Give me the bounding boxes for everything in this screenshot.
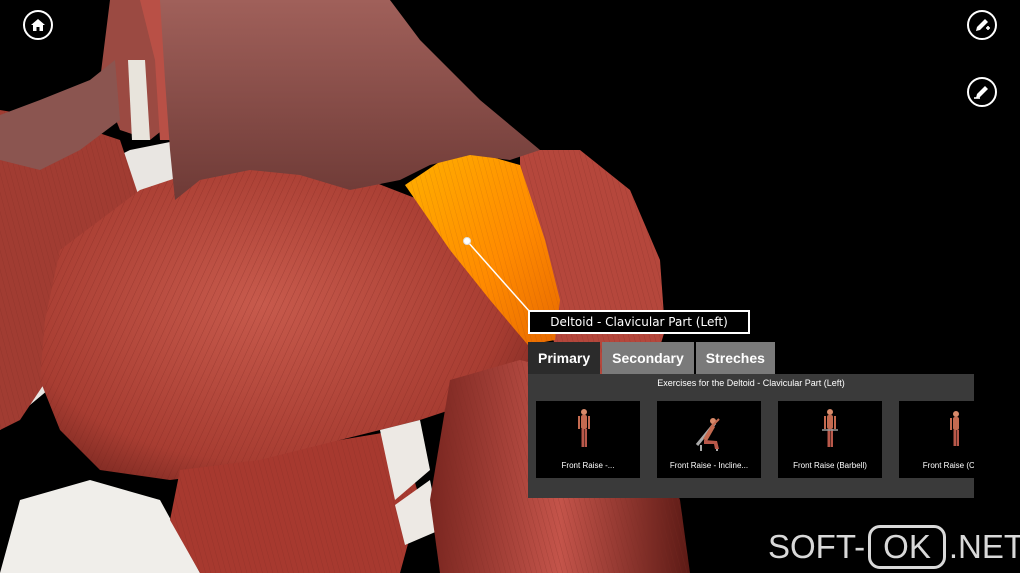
exercise-card-front-raise-cable[interactable]: Front Raise (Ca: [899, 401, 974, 478]
pencil-add-icon: [976, 19, 990, 31]
tab-primary[interactable]: Primary: [528, 342, 601, 374]
exercise-tabs: Primary Secondary Streches: [528, 342, 775, 374]
exercise-list[interactable]: Front Raise -... Front Raise - Incline..…: [536, 401, 974, 478]
tab-secondary[interactable]: Secondary: [602, 342, 694, 374]
panel-title: Exercises for the Deltoid - Clavicular P…: [657, 378, 845, 388]
watermark-boxed: OK: [868, 525, 946, 569]
muscle-label: Deltoid - Clavicular Part (Left): [528, 310, 750, 334]
exercise-label: Front Raise - Incline...: [669, 461, 749, 470]
watermark: SOFT- OK .NET: [768, 524, 1020, 570]
watermark-right: .NET: [948, 528, 1020, 565]
erase-button[interactable]: [967, 77, 997, 107]
exercise-label: Front Raise (Barbell): [793, 461, 867, 470]
pencil-remove-icon: [974, 86, 988, 99]
exercise-card-front-raise-incline[interactable]: Front Raise - Incline...: [657, 401, 761, 478]
home-icon: [31, 19, 45, 31]
draw-button[interactable]: [967, 10, 997, 40]
home-button[interactable]: [23, 10, 53, 40]
exercise-panel: Exercises for the Deltoid - Clavicular P…: [528, 374, 974, 498]
exercise-card-front-raise[interactable]: Front Raise -...: [536, 401, 640, 478]
exercise-label: Front Raise -...: [561, 461, 615, 470]
watermark-left: SOFT-: [768, 528, 866, 565]
exercise-label: Front Raise (Ca: [922, 461, 974, 470]
tab-stretches[interactable]: Streches: [695, 342, 775, 374]
exercise-card-front-raise-barbell[interactable]: Front Raise (Barbell): [778, 401, 882, 478]
